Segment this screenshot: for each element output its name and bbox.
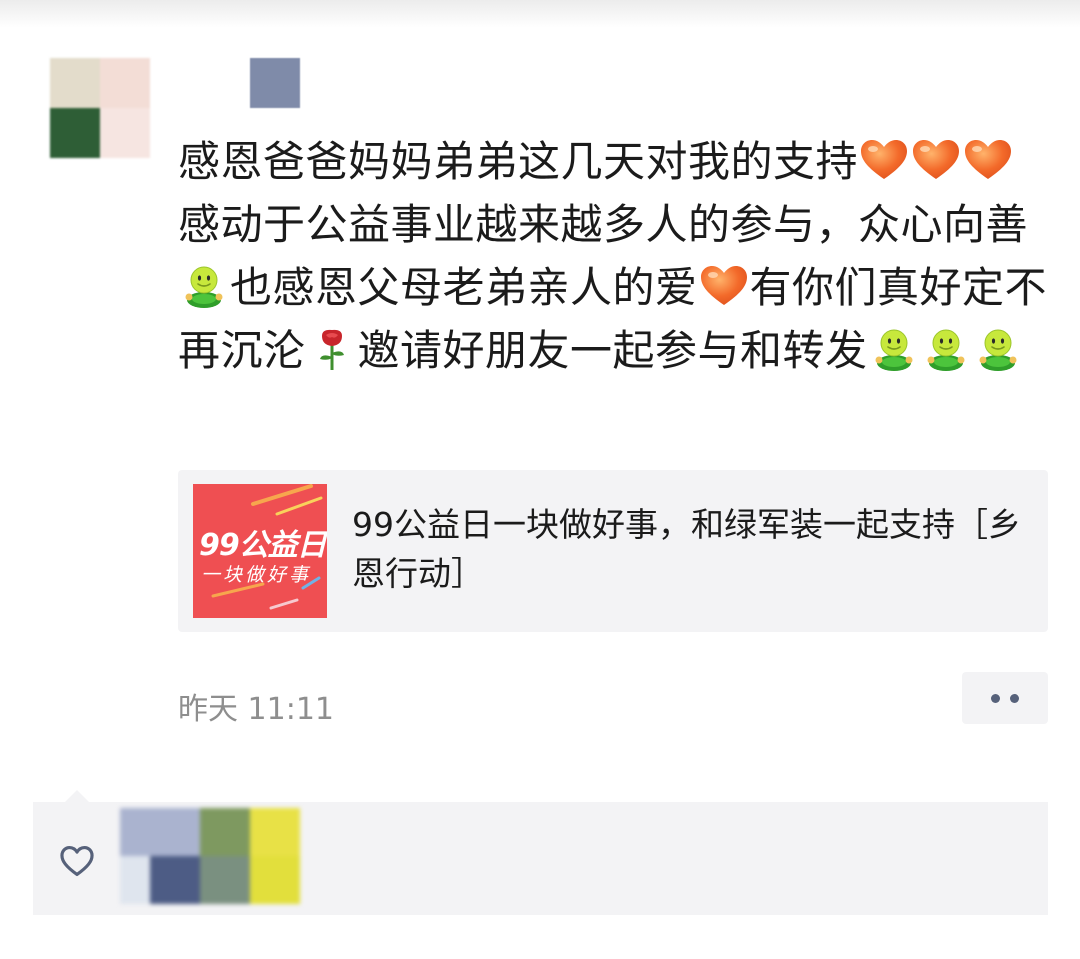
post-text-segment: 也感恩父母老弟亲人的爱 xyxy=(230,263,698,312)
thumbnail-line1: 99公益日 xyxy=(199,528,327,563)
link-thumbnail: 99公益日 一块做好事 xyxy=(193,484,327,618)
post-text-segment: 邀请好朋友一起参与和转发 xyxy=(357,326,868,375)
two-dots-icon-dot xyxy=(1010,693,1019,703)
author-avatar[interactable] xyxy=(50,58,150,158)
heart-outline-icon xyxy=(60,845,94,877)
post-text-segment: 感动于公益事业越来越多人的参与，众心向善 xyxy=(178,200,1029,249)
green-smiley-icon xyxy=(921,325,971,371)
liker-avatar[interactable] xyxy=(120,808,300,904)
link-title[interactable]: 99公益日一块做好事，和绿军装一起支持［乡恩行动］ xyxy=(352,500,1042,598)
likes-notch xyxy=(65,790,89,802)
post-text: 感恩爸爸妈妈弟弟这几天对我的支持感动于公益事业越来越多人的参与，众心向善也感恩父… xyxy=(178,130,1048,382)
two-dots-icon xyxy=(991,693,1000,703)
orange-heart-icon xyxy=(859,136,909,180)
green-smiley-icon xyxy=(869,325,919,371)
orange-heart-icon xyxy=(699,262,749,306)
post-text-segment: 感恩爸爸妈妈弟弟这几天对我的支持 xyxy=(178,137,859,186)
green-smiley-icon xyxy=(973,325,1023,371)
post-timestamp: 昨天 11:11 xyxy=(178,692,334,727)
rose-icon xyxy=(307,325,357,370)
top-shadow xyxy=(0,0,1080,28)
thumbnail-line2: 一块做好事 xyxy=(201,564,312,586)
orange-heart-icon xyxy=(963,136,1013,180)
orange-heart-icon xyxy=(911,136,961,180)
shared-link-card[interactable]: 99公益日 一块做好事 99公益日一块做好事，和绿军装一起支持［乡恩行动］ xyxy=(178,470,1048,632)
author-name-redacted[interactable] xyxy=(250,58,300,108)
green-smiley-icon xyxy=(179,262,229,308)
moments-post: 感恩爸爸妈妈弟弟这几天对我的支持感动于公益事业越来越多人的参与，众心向善也感恩父… xyxy=(0,0,1080,959)
more-actions-button[interactable] xyxy=(962,672,1048,724)
